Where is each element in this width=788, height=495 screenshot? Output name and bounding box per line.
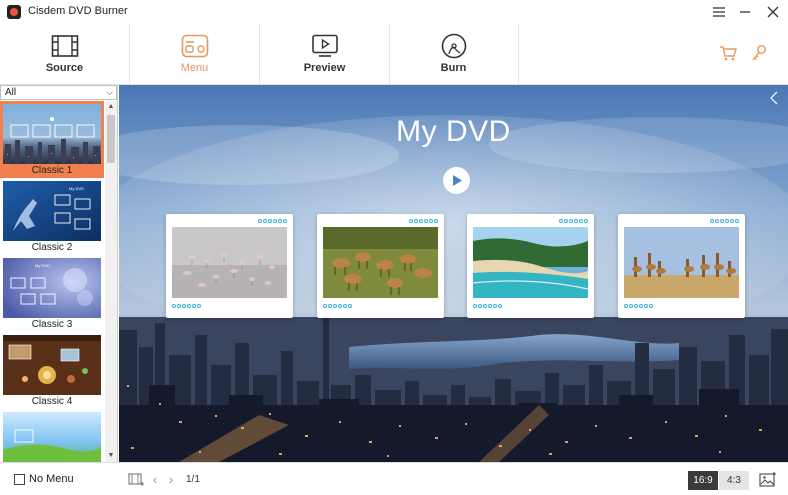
hamburger-menu-icon[interactable] [709,2,729,22]
template-list-scrollbar[interactable]: ▲ ▼ [105,101,117,462]
chapter-thumbnail-giraffes [624,227,739,298]
close-icon[interactable] [763,2,783,22]
thumb-title: My DVD [69,186,84,191]
no-menu-label[interactable]: No Menu [29,473,74,485]
main-toolbar: Source Menu Preview Burn [0,24,788,85]
menu-title-text[interactable]: My DVD [119,115,788,149]
chevron-down-icon: ⌵ [106,87,113,97]
chapter-thumbnail-flamingos [172,227,287,298]
chapter-card-4[interactable] [618,214,745,318]
title-bar: Cisdem DVD Burner [0,0,788,24]
cart-icon[interactable] [719,44,737,62]
template-thumbnail [3,104,101,164]
tab-burn[interactable]: Burn [389,24,519,84]
collapse-panel-icon[interactable] [768,91,780,105]
template-label: Classic 1 [31,165,73,176]
card-decoration [323,304,352,309]
card-decoration [409,219,438,224]
tab-menu[interactable]: Menu [130,24,260,84]
background-image-icon[interactable] [759,471,777,488]
template-filter-select[interactable]: All ⌵ [0,85,117,100]
template-thumbnail: My DVD [3,181,101,241]
template-sidebar: All ⌵ Classic 1 My DVD Classic 2 My DVD … [0,85,118,462]
chapter-thumbnail-antelopes [323,227,438,298]
template-thumbnail [3,335,101,395]
template-list: Classic 1 My DVD Classic 2 My DVD Classi… [0,101,104,462]
next-page-icon[interactable]: › [165,471,177,487]
app-logo-icon [7,5,21,19]
prev-page-icon[interactable]: ‹ [149,471,161,487]
scrollbar-thumb[interactable] [107,115,115,163]
add-menu-page-icon[interactable] [128,472,145,487]
key-icon[interactable] [750,44,768,62]
template-label: Classic 3 [31,319,73,330]
disc-burn-icon [439,32,469,60]
no-menu-checkbox[interactable] [14,474,25,485]
chapter-card-2[interactable] [317,214,444,318]
tab-menu-label: Menu [180,62,209,74]
template-item-classic-1[interactable]: Classic 1 [0,101,104,178]
window-title: Cisdem DVD Burner [28,5,128,17]
chapter-thumbnail-beach [473,227,588,298]
filter-selected-value: All [5,87,17,98]
card-decoration [473,304,502,309]
tab-preview[interactable]: Preview [260,24,390,84]
card-decoration [624,304,653,309]
play-all-button[interactable] [443,167,470,194]
tab-preview-label: Preview [303,62,346,74]
aspect-ratio-4-3-button[interactable]: 4:3 [719,471,749,490]
minimize-icon[interactable] [735,2,755,22]
film-strip-icon [50,32,80,60]
app-window: Cisdem DVD Burner Source Menu Preview Bu… [0,0,788,495]
template-label: Classic 4 [31,396,73,407]
card-decoration [710,219,739,224]
chapter-card-1[interactable] [166,214,293,318]
template-label: Classic 2 [31,242,73,253]
tab-source[interactable]: Source [0,24,130,84]
card-decoration [258,219,287,224]
scroll-up-arrow-icon[interactable]: ▲ [105,101,117,113]
card-decoration [559,219,588,224]
template-item-classic-4[interactable]: Classic 4 [0,332,104,409]
play-screen-icon [310,32,340,60]
template-item-classic-3[interactable]: My DVD Classic 3 [0,255,104,332]
bottom-bar: No Menu ‹ › 1/1 16:9 4:3 [0,462,788,495]
aspect-ratio-16-9-button[interactable]: 16:9 [688,471,718,490]
template-item-classic-5[interactable] [0,409,104,462]
tab-burn-label: Burn [440,62,467,74]
template-thumbnail: My DVD [3,258,101,318]
template-item-classic-2[interactable]: My DVD Classic 2 [0,178,104,255]
thumb-title: My DVD [35,263,50,268]
card-decoration [172,304,201,309]
scroll-down-arrow-icon[interactable]: ▼ [105,450,117,462]
menu-template-icon [180,32,210,60]
page-indicator: 1/1 [186,474,200,485]
menu-preview-canvas[interactable]: My DVD [119,85,788,462]
chapter-card-3[interactable] [467,214,594,318]
tab-source-label: Source [45,62,84,74]
template-thumbnail [3,412,101,462]
